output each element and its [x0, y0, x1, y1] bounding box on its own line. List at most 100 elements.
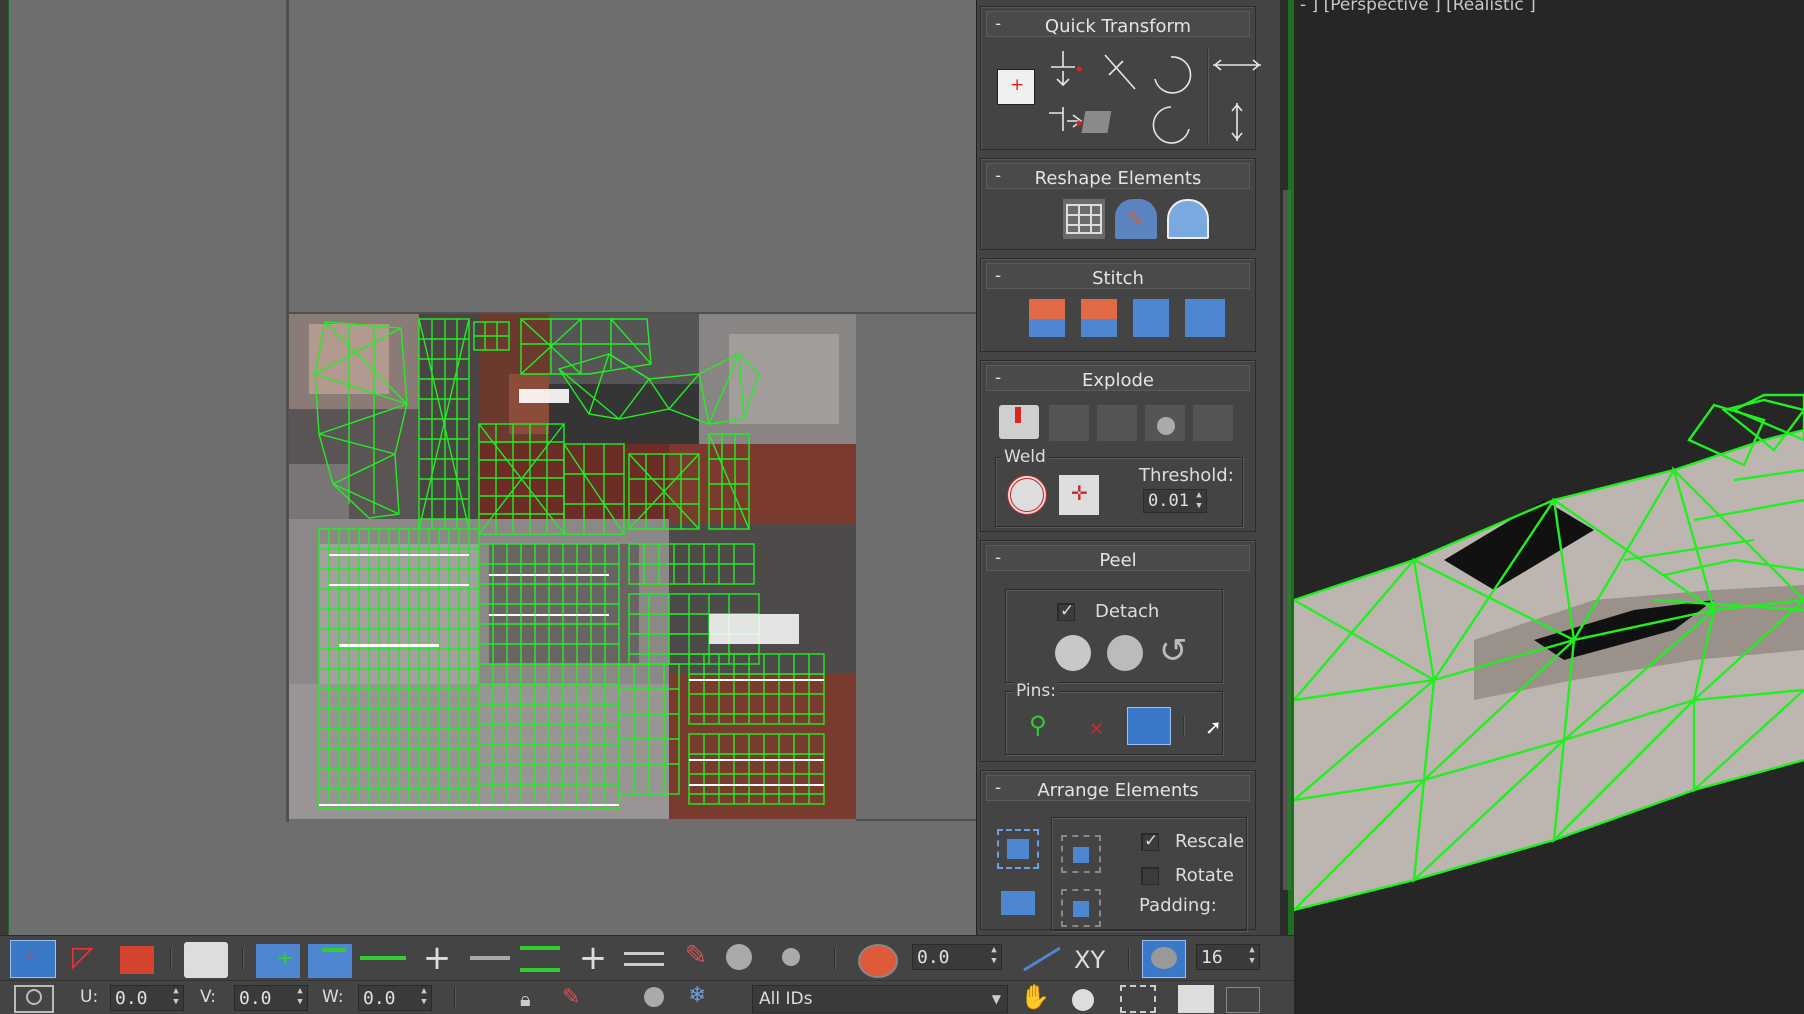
ring-shrink-button[interactable]: [470, 956, 510, 960]
polygon-mode-button[interactable]: [120, 946, 154, 974]
edge-mode-button[interactable]: ◸: [64, 940, 108, 978]
u-spinner[interactable]: 0.0 ▲ ▼: [110, 985, 184, 1011]
target-weld-icon: ✛: [1071, 481, 1088, 505]
v-value: 0.0: [239, 988, 272, 1009]
undo-icon: ↺: [1159, 631, 1188, 671]
explode-header[interactable]: - Explode: [986, 365, 1250, 391]
separator: [834, 948, 836, 970]
falloff-type-button[interactable]: [1022, 946, 1062, 972]
v-spinner[interactable]: 0.0 ▲ ▼: [234, 985, 308, 1011]
explode-by-smoothing-button[interactable]: [1097, 405, 1137, 441]
relax-icon: ✎: [1127, 207, 1144, 231]
loop-grow-button[interactable]: +: [570, 938, 616, 978]
u-value: 0.0: [115, 988, 148, 1009]
pack-recenter-button[interactable]: [1061, 889, 1101, 927]
weld-selected-button[interactable]: [1007, 475, 1047, 515]
reshape-elements-rollout: - Reshape Elements ✎: [980, 158, 1256, 250]
straighten-selection-button[interactable]: [1063, 199, 1105, 239]
stitch-to-source-button[interactable]: [1133, 299, 1169, 337]
pin-button[interactable]: ⚲: [1025, 711, 1059, 745]
break-button[interactable]: [999, 405, 1039, 439]
stitch-custom-button[interactable]: [1185, 299, 1225, 337]
weld-target-button[interactable]: ✛: [1059, 475, 1099, 515]
loop-select-button[interactable]: [520, 946, 560, 972]
explode-to-islands-button[interactable]: [1049, 405, 1089, 441]
grid-icon: [1066, 204, 1102, 234]
paint-select-button[interactable]: ✎: [676, 940, 716, 978]
stitch-to-average-button[interactable]: [1081, 299, 1117, 337]
stitch-rollout: - Stitch: [980, 258, 1256, 352]
ring-select-button[interactable]: [360, 956, 406, 960]
element-mode-button[interactable]: [184, 942, 228, 978]
reset-peel-button[interactable]: ↺: [1157, 631, 1195, 671]
arrange-elements-rollout: - Arrange Elements ✓ Rescale Rotate Padd…: [980, 770, 1256, 931]
brush-icon[interactable]: ✎: [562, 985, 602, 1013]
lock-icon[interactable]: 🔒︎: [520, 987, 546, 1013]
grid-toggle-icon[interactable]: [1226, 987, 1260, 1013]
paint-grow-button[interactable]: [722, 940, 768, 978]
vertex-mode-button[interactable]: ⁘: [10, 940, 56, 978]
w-spinner[interactable]: 0.0 ▲ ▼: [358, 985, 432, 1011]
soft-selection-button[interactable]: [858, 944, 898, 978]
stitch-to-target-button[interactable]: [1029, 299, 1065, 337]
snowflake-icon[interactable]: ❄: [688, 983, 724, 1013]
spinner-arrows-icon[interactable]: ▲ ▼: [1245, 945, 1259, 969]
explode-by-material-button[interactable]: [1145, 405, 1185, 441]
falloff-value: 0.0: [917, 947, 950, 968]
threshold-spinner[interactable]: 0.01 ▲ ▼: [1143, 489, 1207, 513]
peel-mode-button[interactable]: [1107, 635, 1143, 671]
rotate-checkbox[interactable]: [1141, 867, 1159, 885]
detach-checkbox[interactable]: ✓: [1057, 601, 1075, 621]
stitch-header[interactable]: - Stitch: [986, 263, 1250, 289]
model-wireframe-svg: [1294, 393, 1804, 912]
select-pinned-button[interactable]: ➚: [1193, 711, 1223, 745]
peel-header[interactable]: - Peel: [986, 545, 1250, 571]
relax-button[interactable]: ✎: [1115, 199, 1157, 239]
zoom-region-icon[interactable]: [1120, 985, 1156, 1013]
rescale-checkbox[interactable]: ✓: [1141, 831, 1159, 851]
checkmark-icon: ✓: [1060, 601, 1075, 621]
chevron-down-icon: ▼: [991, 992, 1001, 1006]
grid-snap-button[interactable]: [1142, 940, 1186, 978]
grow-selection-button[interactable]: +: [256, 944, 300, 978]
isolate-icon[interactable]: [644, 987, 664, 1007]
uv-texture-map[interactable]: [289, 314, 856, 819]
spinner-arrows-icon[interactable]: ▲ ▼: [417, 986, 431, 1010]
grid-size-spinner[interactable]: 16 ▲ ▼: [1196, 944, 1260, 970]
zoom-extents-icon[interactable]: [1178, 985, 1214, 1013]
spinner-arrows-icon[interactable]: ▲ ▼: [169, 986, 183, 1010]
separator: [242, 948, 244, 970]
quick-transform-rollout: - Quick Transform +: [980, 6, 1261, 150]
unpin-button[interactable]: ✕: [1075, 711, 1109, 745]
pan-hand-icon[interactable]: ✋: [1020, 983, 1058, 1014]
loop-shrink-button[interactable]: [624, 952, 664, 966]
ring-grow-button[interactable]: +: [414, 938, 460, 978]
shrink-selection-button[interactable]: [308, 944, 352, 978]
material-id-dropdown[interactable]: All IDs ▼: [752, 985, 1008, 1013]
uv-editor-canvas[interactable]: [0, 0, 976, 935]
peel-rollout: - Peel ✓ Detach ↺ Pins: ⚲ ✕ ➚: [980, 540, 1256, 762]
explode-options-button[interactable]: [1193, 405, 1233, 441]
rollout-title: Reshape Elements: [1034, 168, 1202, 189]
falloff-spinner[interactable]: 0.0 ▲ ▼: [912, 944, 1002, 970]
spinner-arrows-icon[interactable]: ▲ ▼: [293, 986, 307, 1010]
quick-peel-button[interactable]: [1055, 635, 1091, 671]
pack-together-button[interactable]: [997, 883, 1039, 917]
zoom-icon[interactable]: [1072, 989, 1094, 1011]
quick-transform-header[interactable]: - Quick Transform: [986, 11, 1250, 37]
pack-custom-button[interactable]: [997, 829, 1039, 869]
auto-pin-button[interactable]: [1127, 707, 1171, 745]
relax-by-edge-button[interactable]: [1167, 199, 1209, 239]
spinner-arrows-icon[interactable]: ▲ ▼: [1192, 490, 1206, 512]
paint-shrink-button[interactable]: [776, 940, 822, 978]
absolute-relative-toggle[interactable]: [14, 985, 54, 1013]
line-icon: [1023, 946, 1061, 972]
pack-normalize-button[interactable]: [1061, 835, 1101, 873]
reshape-elements-header[interactable]: - Reshape Elements: [986, 163, 1250, 189]
xy-axis-label[interactable]: XY: [1074, 946, 1105, 974]
set-pivot-button[interactable]: +: [997, 69, 1035, 105]
spinner-arrows-icon[interactable]: ▲ ▼: [987, 945, 1001, 969]
perspective-viewport[interactable]: - ] [Perspective ] [Realistic ]: [1294, 0, 1804, 1014]
arrange-elements-header[interactable]: - Arrange Elements: [986, 775, 1250, 801]
rollout-title: Stitch: [1092, 268, 1144, 289]
